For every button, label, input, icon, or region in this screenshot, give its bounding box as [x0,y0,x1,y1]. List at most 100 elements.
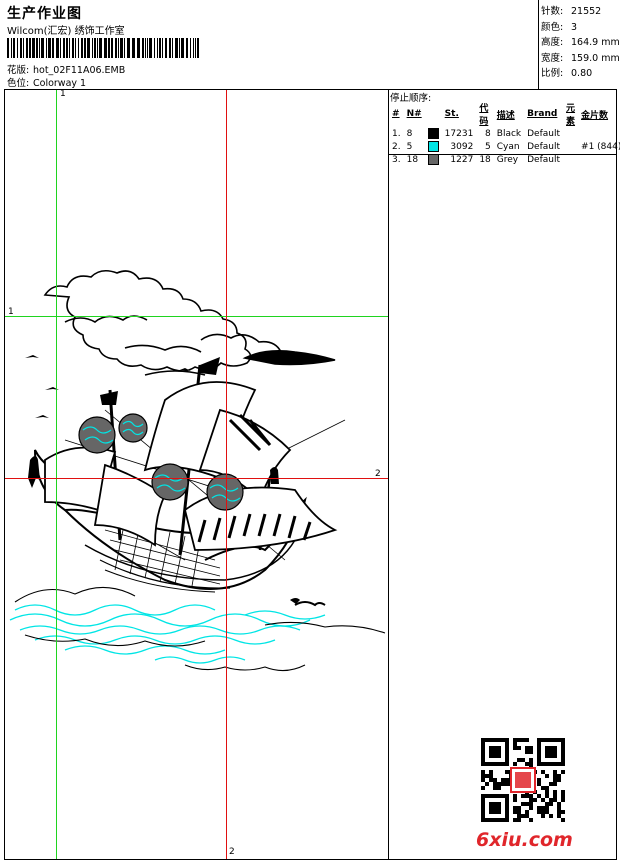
barcode-bar [172,38,173,58]
barcode-bar [39,38,40,58]
barcode-bar [56,38,59,58]
guide-label-right: 2 [375,469,381,479]
barcode-bar [75,38,76,58]
barcode-bar [11,38,12,58]
table-header-row: # N# St. 代码 描述 Brand 元素 金片数 [389,101,620,127]
stat-height: 高度: 164.9 mm [541,37,620,48]
barcode-bar [162,38,163,58]
barcode-bar [145,38,146,58]
barcode-bar [72,38,74,58]
ship-embroidery-design [9,269,386,672]
design-stats: 针数: 21552 颜色: 3 高度: 164.9 mm 宽度: 159.0 mm 比例… [541,4,620,82]
barcode-bar [52,38,54,58]
colorway-value: Colorway 1 [33,78,87,89]
barcode-bar [46,38,47,58]
table-row: 1. 8 17231 8 Black Default [392,128,561,139]
guide-line-vertical-green [56,90,57,859]
barcode-bar [193,38,194,58]
barcode-bar [48,38,51,58]
barcode-bar [120,38,123,58]
barcode-bar [20,38,22,58]
barcode-bar [179,38,180,58]
design-file-row: 花版: hot_02F11A06.EMB [7,62,125,76]
stat-width: 宽度: 159.0 mm [541,52,620,64]
barcode-bar [181,38,184,58]
guide-label-bottom: 2 [229,847,235,857]
company-name: Wilcom(汇宏) 绣饰工作室 [7,26,125,37]
barcode-bar [137,38,140,58]
color-swatch [427,154,439,165]
barcode-bar [142,38,144,58]
qr-code [481,738,565,822]
colorway-row: 色位: Colorway 1 [7,75,86,89]
barcode-bar [13,38,15,58]
sea-waves [9,604,326,664]
barcode-bar [175,38,178,58]
barcode-bar [169,38,171,58]
table-row: 2. 5 3092 5 Cyan Default #1 (844) [392,141,620,152]
barcode-bar [190,38,191,58]
barcode-bar [78,38,79,58]
stat-stitches: 针数: 21552 [541,6,602,17]
guide-label-top: 1 [60,89,66,99]
stop-sequence-table: # N# St. 代码 描述 Brand 元素 金片数 1. 8 17231 8… [389,101,620,166]
barcode-bar [63,38,65,58]
barcode-bar [84,38,86,58]
barcode-bar [127,38,130,58]
barcode-bar [60,38,61,58]
clouds [43,269,336,376]
barcode-bar [99,38,102,58]
barcode-bar [87,38,90,58]
barcode-bar [69,38,70,58]
col-color [425,101,442,127]
col-desc: 描述 [496,110,515,121]
barcode-bar [154,38,155,58]
production-worksheet: 生产作业图 Wilcom(汇宏) 绣饰工作室 花版: hot_02F11A06.E… [0,0,620,860]
barcode-bar [132,38,135,58]
barcode-bar [159,38,161,58]
sea-foam [14,586,386,672]
barcode-bar [147,38,148,58]
guide-label-left: 1 [8,307,14,317]
col-sequins: 金片数 [581,110,609,121]
col-needle: N# [406,109,422,119]
colorway-label: 色位: [7,78,30,89]
barcode-bar [36,38,38,58]
panel-divider [388,89,389,860]
barcode-bar [124,38,125,58]
barcode-bar [7,38,9,58]
stat-colors: 颜色: 3 [541,21,578,33]
barcode-bar [104,38,107,58]
guide-line-horizontal-red [5,478,388,479]
barcode-bar [195,38,196,58]
color-swatch [427,128,439,139]
barcode-bar [118,38,119,58]
barcode-bar [157,38,158,58]
site-watermark: 6xiu.com [476,829,573,851]
barcode-bar [111,38,113,58]
barcode-bar [23,38,24,58]
barcode-bar [92,38,93,58]
col-element: 元素 [566,104,576,127]
barcode-bar [186,38,188,58]
barcode-bar [32,38,35,58]
guide-line-horizontal-green [5,316,388,317]
barcode-bar [115,38,117,58]
col-index: # [392,109,400,119]
stats-divider [538,0,539,89]
page-title: 生产作业图 [7,6,82,22]
guide-line-vertical-red [226,90,227,859]
barcode-bar [149,38,152,58]
col-code: 代码 [479,104,489,127]
barcode-bar [29,38,31,58]
table-row: 3. 18 1227 18 Grey Default [392,154,561,165]
barcode-bar [26,38,28,58]
barcode-bar [94,38,96,58]
stat-scale: 比例: 0.80 [541,68,593,79]
barcode-bar [66,38,68,58]
barcode-bar [97,38,98,58]
col-brand: Brand [527,109,558,119]
barcode-bar [41,38,44,58]
barcode-bar [197,38,199,58]
color-swatch [427,141,439,152]
